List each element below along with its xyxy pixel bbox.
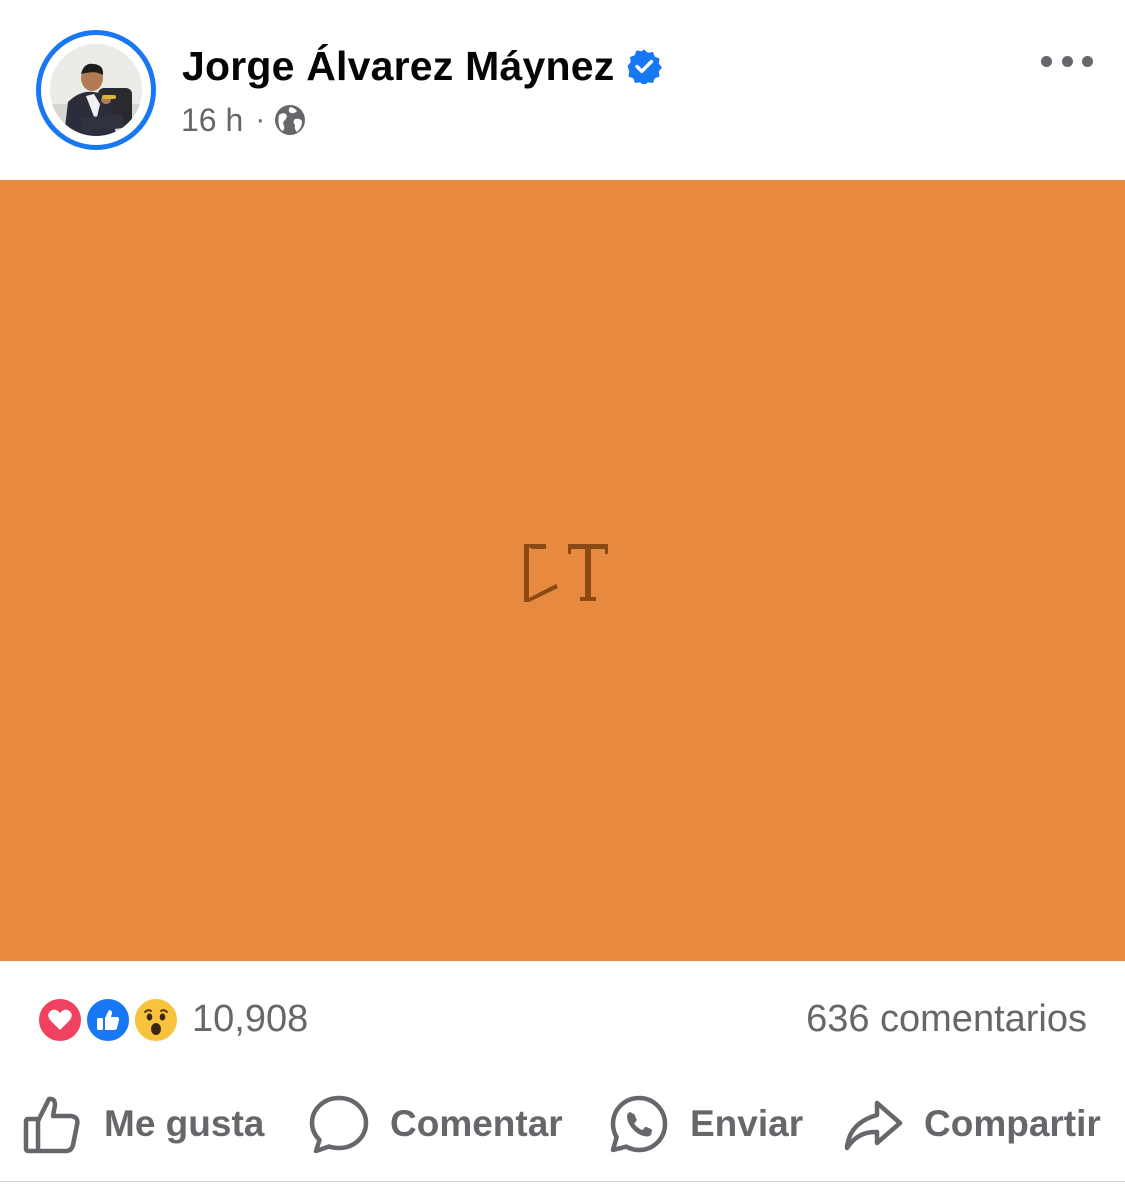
share-label: Compartir — [924, 1103, 1101, 1144]
like-reaction-icon — [84, 996, 132, 1044]
post-actions-bar: Me gusta Comentar Enviar Compartir — [0, 1085, 1125, 1165]
facebook-post: Jorge Álvarez Máynez 16 h · 10,908 636 c… — [0, 0, 1125, 1184]
more-dot — [1082, 55, 1093, 67]
share-arrow-icon — [844, 1100, 903, 1151]
whatsapp-icon — [610, 1095, 668, 1153]
media-logo-icon — [524, 544, 608, 602]
wow-reaction-icon — [132, 996, 180, 1044]
verified-badge-icon — [627, 49, 663, 84]
thumbs-up-icon — [23, 1096, 80, 1154]
more-dot — [1061, 55, 1073, 67]
reaction-count[interactable]: 10,908 — [192, 994, 308, 1044]
comment-bubble-icon — [309, 1095, 369, 1154]
send-button[interactable]: Enviar — [608, 1085, 803, 1163]
author-avatar[interactable] — [36, 30, 156, 150]
comment-label: Comentar — [390, 1103, 563, 1144]
post-time[interactable]: 16 h — [181, 102, 243, 139]
comment-button[interactable]: Comentar — [308, 1085, 563, 1163]
meta-separator: · — [255, 103, 266, 136]
more-options-icon[interactable] — [1037, 44, 1097, 78]
reaction-icons[interactable] — [36, 994, 196, 1044]
more-dot — [1041, 55, 1052, 67]
avatar-photo — [50, 44, 142, 136]
post-meta: 16 h · — [181, 98, 307, 142]
post-stats: 10,908 636 comentarios — [0, 990, 1125, 1050]
like-label: Me gusta — [104, 1103, 265, 1144]
author-line: Jorge Álvarez Máynez — [182, 40, 663, 92]
send-label: Enviar — [690, 1103, 804, 1144]
globe-icon[interactable] — [273, 103, 307, 137]
comment-count[interactable]: 636 comentarios — [806, 994, 1087, 1044]
author-name[interactable]: Jorge Álvarez Máynez — [182, 43, 614, 90]
divider — [0, 1181, 1125, 1182]
like-button[interactable]: Me gusta — [22, 1085, 264, 1163]
share-button[interactable]: Compartir — [842, 1085, 1101, 1163]
love-reaction-icon — [36, 996, 84, 1044]
